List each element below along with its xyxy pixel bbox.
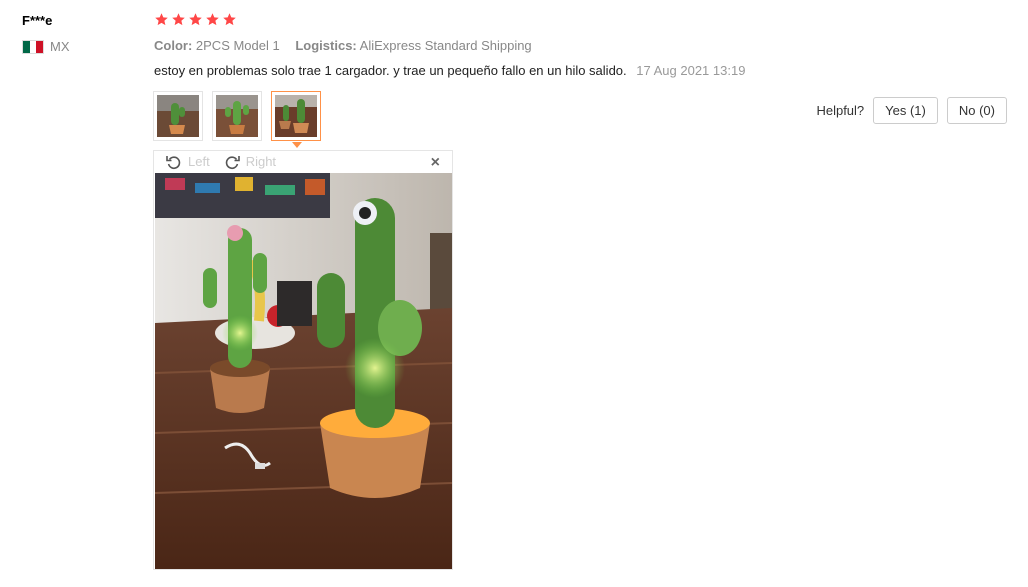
viewer-toolbar: Left Right xyxy=(154,151,452,172)
review-photo xyxy=(155,173,452,569)
active-thumbnail-caret xyxy=(292,142,302,148)
star-icon xyxy=(223,13,236,26)
review-meta: Color: 2PCS Model 1 Logistics: AliExpres… xyxy=(154,38,544,53)
helpful-label: Helpful? xyxy=(816,103,865,118)
star-icon xyxy=(155,13,168,26)
thumbnail-1[interactable] xyxy=(153,91,203,141)
star-icon xyxy=(206,13,219,26)
rotate-right-label: Right xyxy=(245,154,277,169)
dancing-cactus-photo-icon xyxy=(155,173,452,569)
thumb-cactus-photo-1-icon xyxy=(157,95,199,137)
rotate-right-icon xyxy=(225,155,240,169)
thumb-cactus-photo-2-icon xyxy=(216,95,258,137)
country-code: MX xyxy=(50,39,70,54)
color-value: 2PCS Model 1 xyxy=(195,38,280,53)
star-icon xyxy=(189,13,202,26)
logistics-value: AliExpress Standard Shipping xyxy=(359,38,532,53)
review-thumbnails xyxy=(153,91,321,148)
logistics-label: Logistics: xyxy=(295,38,357,53)
rotate-left-label: Left xyxy=(188,154,210,169)
reviewer-name: F***e xyxy=(22,13,53,28)
star-icon xyxy=(172,13,185,26)
rotate-left-button[interactable]: Left xyxy=(166,154,210,170)
image-viewer: Left Right × xyxy=(153,150,453,570)
reviewer-country: MX xyxy=(22,39,70,54)
rating-stars xyxy=(154,12,237,27)
color-label: Color: xyxy=(154,38,193,53)
rotate-left-icon xyxy=(166,155,181,169)
helpful-yes-button[interactable]: Yes (1) xyxy=(873,97,938,124)
thumbnail-3[interactable] xyxy=(271,91,321,148)
review-body: estoy en problemas solo trae 1 cargador.… xyxy=(154,63,745,78)
mexico-flag-icon xyxy=(22,39,44,54)
review-text: estoy en problemas solo trae 1 cargador.… xyxy=(154,63,627,78)
thumbnail-2[interactable] xyxy=(212,91,262,141)
helpful-controls: Helpful? Yes (1) No (0) xyxy=(816,97,1007,124)
thumb-cactus-photo-3-icon xyxy=(275,95,317,137)
helpful-no-button[interactable]: No (0) xyxy=(946,97,1007,124)
review-date: 17 Aug 2021 13:19 xyxy=(636,63,746,78)
rotate-right-button[interactable]: Right xyxy=(224,154,276,170)
close-viewer-button[interactable]: × xyxy=(431,154,440,172)
